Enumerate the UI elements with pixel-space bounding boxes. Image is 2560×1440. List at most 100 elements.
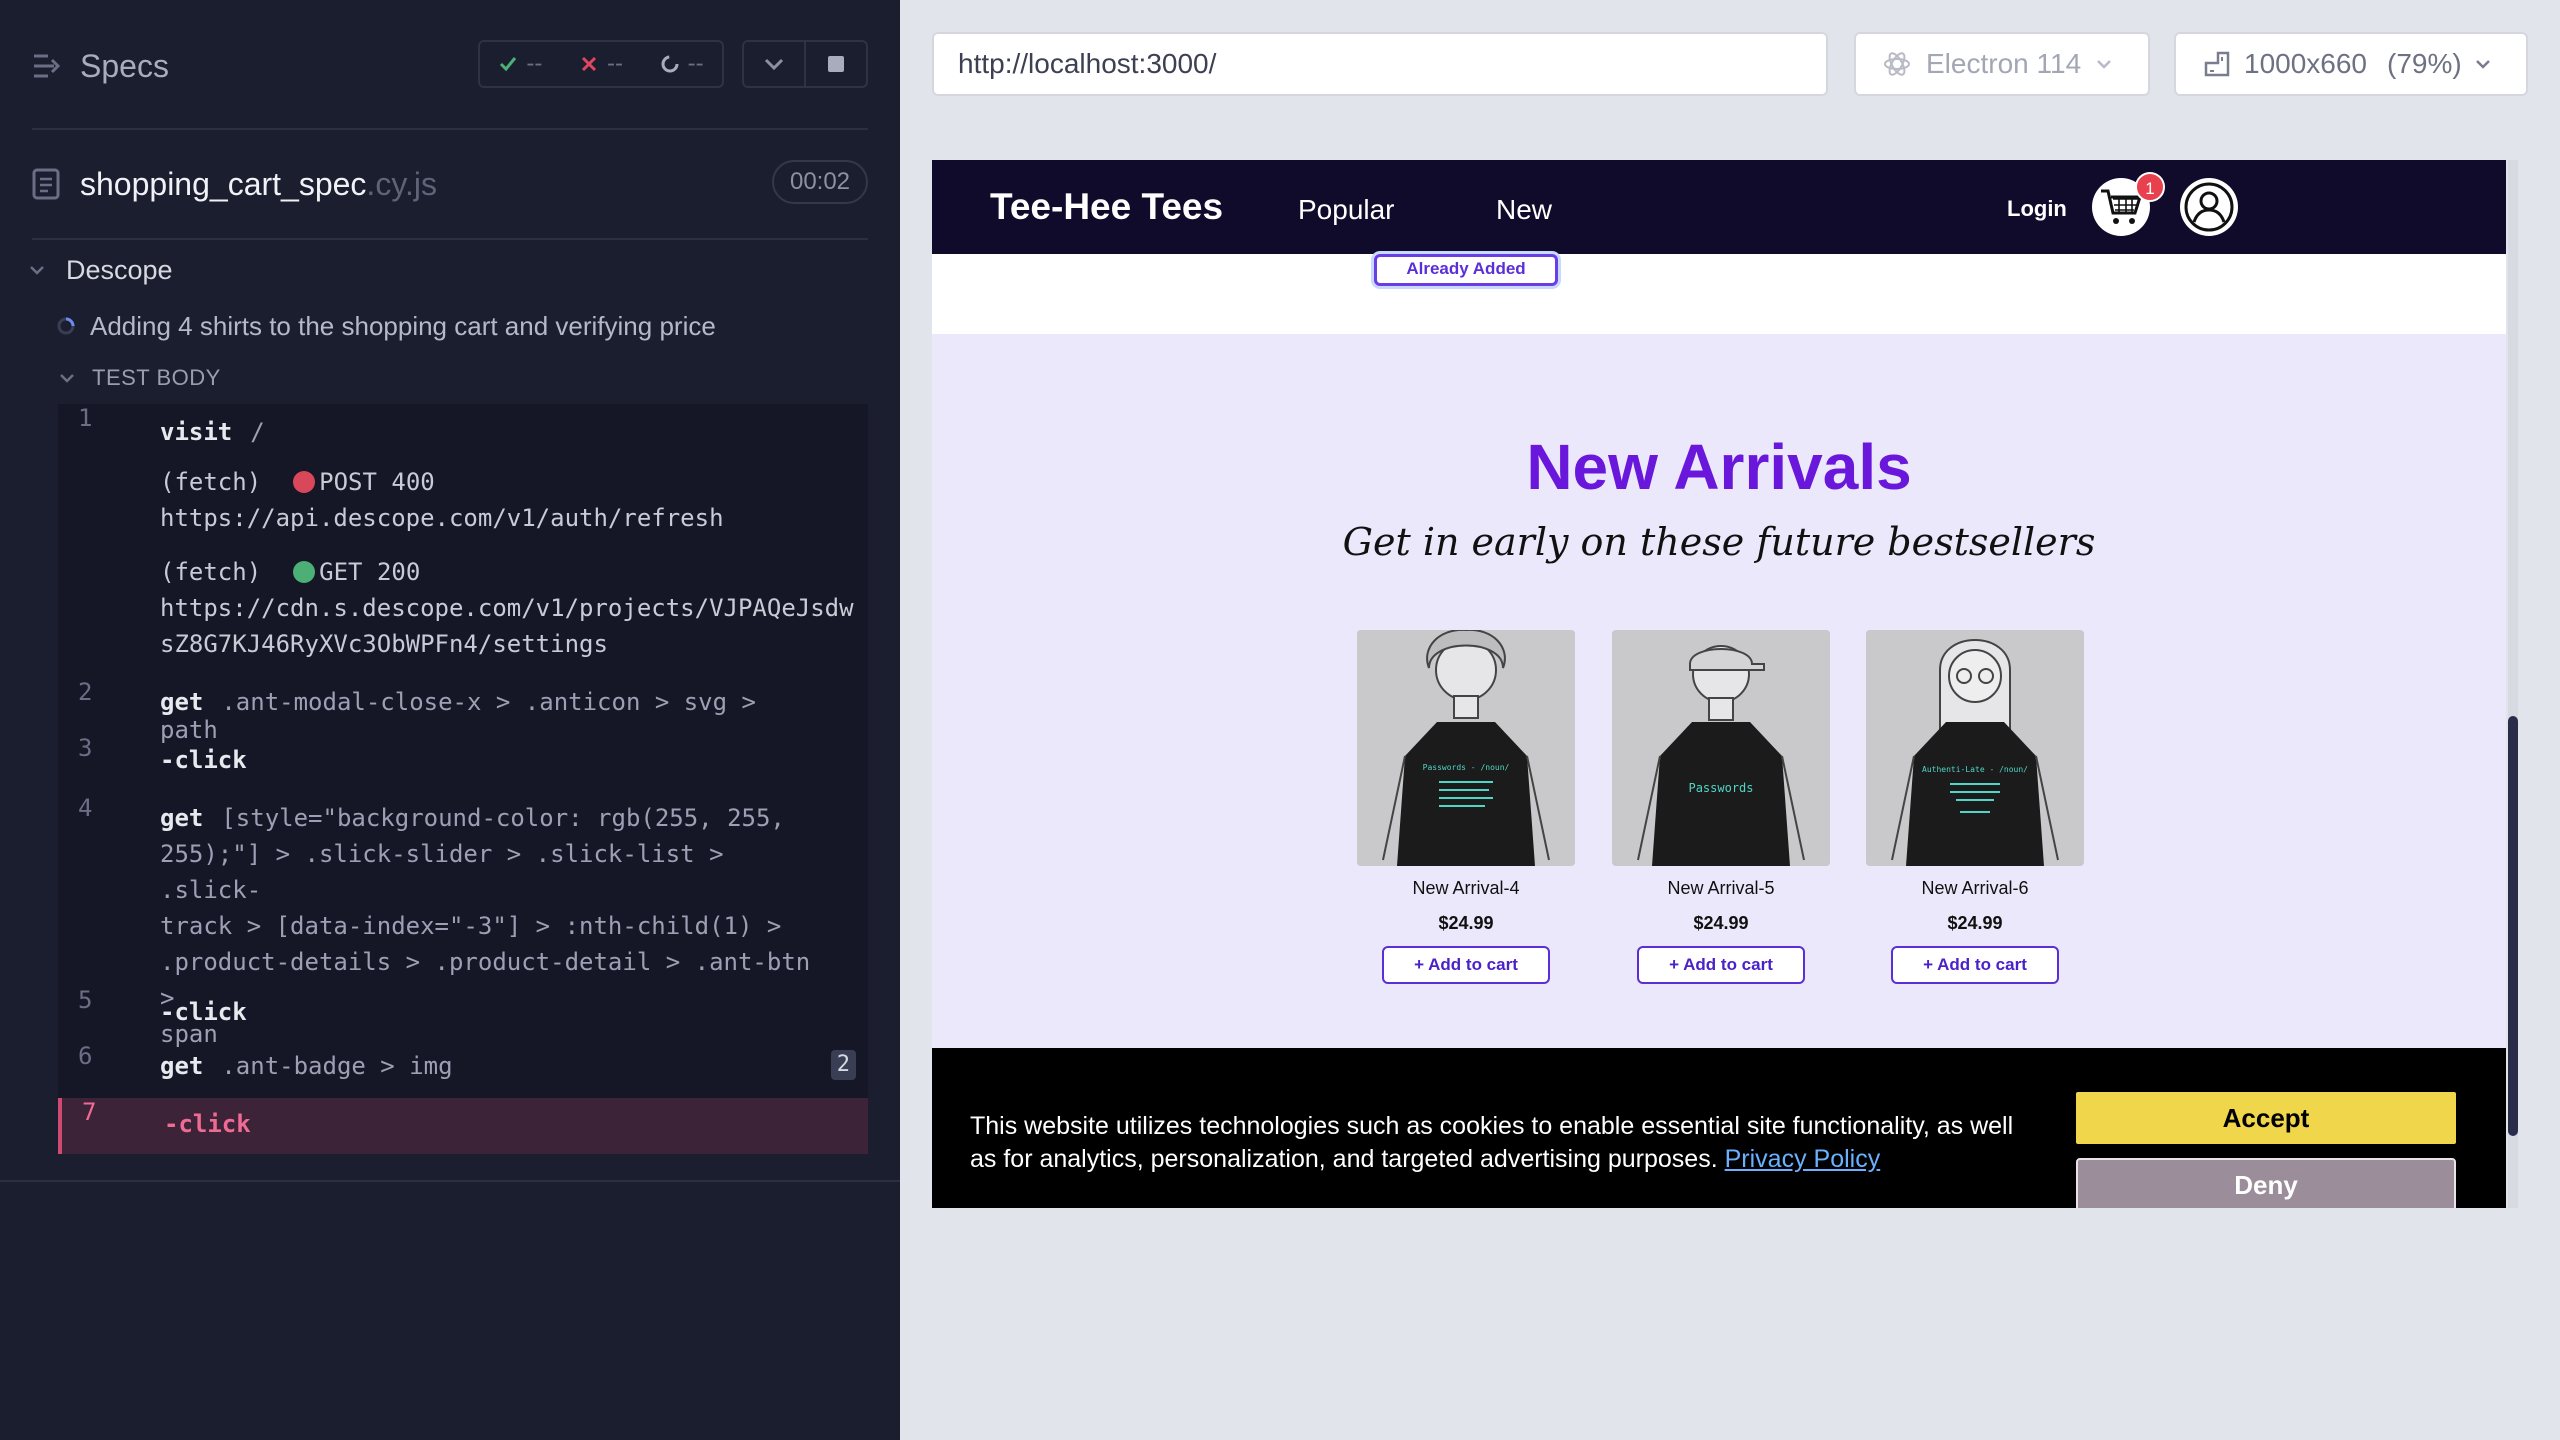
status-error-dot: [293, 471, 316, 493]
suite-row[interactable]: Descope: [28, 250, 173, 290]
product-card: Passwords New Arrival-5 $24.99 + Add to …: [1612, 630, 1830, 984]
command-number: 4: [78, 794, 93, 822]
viewport-size: 1000x660: [2244, 48, 2368, 79]
command-get[interactable]: 4 get [style="background-color: rgb(255, …: [58, 790, 868, 1048]
user-avatar-button[interactable]: [2180, 178, 2238, 236]
ruler-icon: [2202, 49, 2232, 79]
cookie-message: This website utilizes technologies such …: [970, 1110, 2030, 1176]
app-navbar: Tee-Hee Tees Popular New Login 1: [932, 160, 2506, 254]
product-name: New Arrival-4: [1412, 878, 1520, 898]
already-added-button[interactable]: Already Added: [1374, 254, 1558, 286]
spec-file-name[interactable]: shopping_cart_spec.cy.js: [80, 166, 437, 203]
section-title: New Arrivals: [1526, 431, 1912, 503]
viewport-scale: (79%): [2387, 48, 2462, 79]
command-name: -click: [164, 1110, 251, 1138]
accept-cookies-button[interactable]: Accept: [2076, 1092, 2456, 1144]
command-number: 5: [78, 986, 93, 1014]
specs-list-icon[interactable]: [32, 52, 62, 80]
brand-logo[interactable]: Tee-Hee Tees: [990, 186, 1223, 228]
command-name: visit: [160, 418, 233, 446]
product-name: New Arrival-5: [1667, 878, 1775, 898]
add-to-cart-button[interactable]: + Add to cart: [1637, 946, 1805, 984]
shirt-print: Passwords: [1688, 781, 1753, 795]
spec-file-row: shopping_cart_spec.cy.js 00:02: [0, 150, 900, 220]
fetch-url-line-1: https://cdn.s.descope.com/v1/projects/VJ…: [160, 594, 854, 622]
command-click[interactable]: 3 -click: [58, 734, 868, 790]
fetch-url: https://api.descope.com/v1/auth/refresh: [160, 504, 724, 532]
specs-header: Specs -- -- --: [0, 0, 900, 130]
status-ok-dot: [293, 561, 316, 583]
document-icon: [32, 168, 60, 200]
element-count-badge: 2: [830, 1050, 856, 1080]
fetch-log-post[interactable]: (fetch) POST 400 https://api.descope.com/…: [58, 462, 868, 554]
add-to-cart-button[interactable]: + Add to cart: [1891, 946, 2059, 984]
fetch-type: (fetch): [160, 468, 262, 496]
spec-file-basename: shopping_cart_spec: [80, 166, 367, 202]
passed-stat: --: [498, 50, 542, 78]
fetch-log-get[interactable]: (fetch) GET 200 https://cdn.s.descope.com…: [58, 554, 868, 678]
test-stats: -- -- --: [478, 40, 724, 88]
chevron-down-icon: [763, 57, 785, 71]
failed-count: --: [606, 50, 623, 77]
command-arg-line-1: [style="background-color: rgb(255, 255,: [221, 804, 785, 832]
running-spinner-icon: [56, 316, 76, 336]
stop-button[interactable]: [804, 40, 868, 88]
viewport-selector[interactable]: 1000x660 (79%): [2174, 32, 2528, 96]
product-card: Authenti-Late - /noun/ New Arrival-6 $24…: [1866, 630, 2084, 984]
nav-popular-link[interactable]: Popular: [1298, 194, 1395, 226]
stop-icon: [826, 54, 846, 74]
shirt-print: Authenti-Late - /noun/: [1922, 765, 2028, 774]
command-click[interactable]: 5 -click: [58, 986, 868, 1042]
fetch-method: POST 400: [319, 468, 435, 496]
product-card: Passwords - /noun/ New Arrival-4 $24.99 …: [1357, 630, 1575, 984]
command-arg: .ant-badge > img: [221, 1052, 453, 1080]
fetch-method: GET 200: [319, 558, 421, 586]
specs-title[interactable]: Specs: [80, 48, 169, 85]
browser-selector[interactable]: Electron 114: [1854, 32, 2150, 96]
chevron-down-icon: [2095, 58, 2113, 70]
login-link[interactable]: Login: [2007, 196, 2067, 222]
options-dropdown-button[interactable]: [742, 40, 806, 88]
command-visit[interactable]: 1 visit /: [58, 404, 868, 462]
command-name: get: [160, 1052, 204, 1080]
deny-cookies-button[interactable]: Deny: [2076, 1158, 2456, 1208]
url-bar[interactable]: http://localhost:3000/: [932, 32, 1828, 96]
test-body-header[interactable]: TEST BODY: [58, 362, 221, 394]
shirt-print: Passwords - /noun/: [1423, 763, 1510, 772]
command-arg: /: [250, 418, 265, 446]
command-number: 1: [78, 404, 93, 432]
pending-count: --: [687, 50, 704, 77]
app-preview-panel: http://localhost:3000/ Electron 114 1000…: [900, 0, 2560, 1440]
user-icon: [2184, 182, 2234, 232]
suite-title: Descope: [66, 254, 173, 285]
command-get[interactable]: 6 get .ant-badge > img 2: [58, 1042, 868, 1098]
product-image[interactable]: Authenti-Late - /noun/: [1866, 630, 2084, 866]
command-click-active[interactable]: 7 -click: [58, 1098, 868, 1154]
test-row[interactable]: Adding 4 shirts to the shopping cart and…: [56, 306, 716, 346]
command-number: 3: [78, 734, 93, 762]
product-price: $24.99: [1693, 913, 1749, 933]
x-icon: [579, 54, 599, 74]
nav-new-link[interactable]: New: [1496, 194, 1552, 226]
product-image[interactable]: Passwords: [1612, 630, 1830, 866]
scrollbar-thumb[interactable]: [2508, 716, 2518, 1136]
product-image[interactable]: Passwords - /noun/: [1357, 630, 1575, 866]
browser-name: Electron 114: [1926, 48, 2082, 79]
command-number: 6: [78, 1042, 93, 1070]
command-arg-line-3: track > [data-index="-3"] > :nth-child(1…: [160, 912, 782, 940]
command-name: get: [160, 804, 204, 832]
add-to-cart-button[interactable]: + Add to cart: [1382, 946, 1550, 984]
command-log-panel: Specs -- -- -- shopping_cart_spec.cy.js …: [0, 0, 900, 1440]
fetch-type: (fetch): [160, 558, 262, 586]
command-name: get: [160, 688, 204, 716]
divider: [32, 128, 868, 130]
command-number: 2: [78, 678, 93, 706]
cart-count-badge: 1: [2135, 172, 2165, 202]
command-get[interactable]: 2 get .ant-modal-close-x > .anticon > svg…: [58, 678, 868, 744]
chevron-down-icon: [58, 372, 76, 384]
spec-file-extension: .cy.js: [366, 166, 437, 202]
passed-count: --: [526, 50, 543, 77]
command-arg-line-2: 255);"] > .slick-slider > .slick-list > …: [160, 840, 724, 904]
product-price: $24.99: [1438, 913, 1494, 933]
privacy-policy-link[interactable]: Privacy Policy: [1725, 1145, 1881, 1173]
